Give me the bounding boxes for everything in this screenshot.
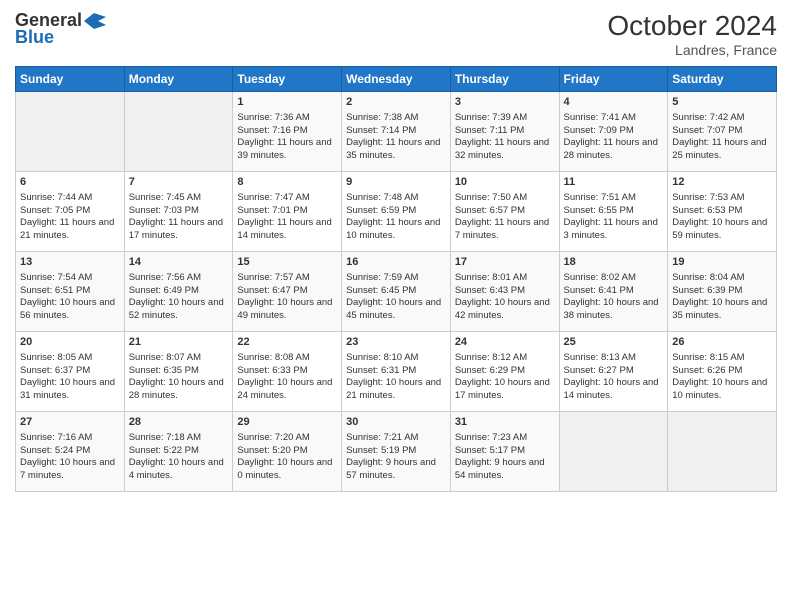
col-thursday: Thursday xyxy=(450,67,559,92)
table-row: 1Sunrise: 7:36 AMSunset: 7:16 PMDaylight… xyxy=(233,92,342,172)
table-row: 23Sunrise: 8:10 AMSunset: 6:31 PMDayligh… xyxy=(342,332,451,412)
table-row: 19Sunrise: 8:04 AMSunset: 6:39 PMDayligh… xyxy=(668,252,777,332)
col-friday: Friday xyxy=(559,67,668,92)
table-row xyxy=(124,92,233,172)
table-row: 13Sunrise: 7:54 AMSunset: 6:51 PMDayligh… xyxy=(16,252,125,332)
table-row xyxy=(16,92,125,172)
table-row: 22Sunrise: 8:08 AMSunset: 6:33 PMDayligh… xyxy=(233,332,342,412)
month-title: October 2024 xyxy=(607,10,777,42)
col-saturday: Saturday xyxy=(668,67,777,92)
page-header: General Blue October 2024 Landres, Franc… xyxy=(15,10,777,58)
table-row: 28Sunrise: 7:18 AMSunset: 5:22 PMDayligh… xyxy=(124,412,233,492)
table-row: 11Sunrise: 7:51 AMSunset: 6:55 PMDayligh… xyxy=(559,172,668,252)
table-row: 18Sunrise: 8:02 AMSunset: 6:41 PMDayligh… xyxy=(559,252,668,332)
col-tuesday: Tuesday xyxy=(233,67,342,92)
table-row: 16Sunrise: 7:59 AMSunset: 6:45 PMDayligh… xyxy=(342,252,451,332)
table-row: 24Sunrise: 8:12 AMSunset: 6:29 PMDayligh… xyxy=(450,332,559,412)
table-row: 4Sunrise: 7:41 AMSunset: 7:09 PMDaylight… xyxy=(559,92,668,172)
logo-bird-icon xyxy=(84,13,106,29)
table-row: 10Sunrise: 7:50 AMSunset: 6:57 PMDayligh… xyxy=(450,172,559,252)
table-row: 9Sunrise: 7:48 AMSunset: 6:59 PMDaylight… xyxy=(342,172,451,252)
logo: General Blue xyxy=(15,10,106,48)
table-row: 17Sunrise: 8:01 AMSunset: 6:43 PMDayligh… xyxy=(450,252,559,332)
table-row: 5Sunrise: 7:42 AMSunset: 7:07 PMDaylight… xyxy=(668,92,777,172)
calendar-table: Sunday Monday Tuesday Wednesday Thursday… xyxy=(15,66,777,492)
table-row: 15Sunrise: 7:57 AMSunset: 6:47 PMDayligh… xyxy=(233,252,342,332)
table-row: 20Sunrise: 8:05 AMSunset: 6:37 PMDayligh… xyxy=(16,332,125,412)
table-row: 7Sunrise: 7:45 AMSunset: 7:03 PMDaylight… xyxy=(124,172,233,252)
table-row: 29Sunrise: 7:20 AMSunset: 5:20 PMDayligh… xyxy=(233,412,342,492)
table-row: 26Sunrise: 8:15 AMSunset: 6:26 PMDayligh… xyxy=(668,332,777,412)
table-row xyxy=(668,412,777,492)
table-row: 8Sunrise: 7:47 AMSunset: 7:01 PMDaylight… xyxy=(233,172,342,252)
col-wednesday: Wednesday xyxy=(342,67,451,92)
table-row: 31Sunrise: 7:23 AMSunset: 5:17 PMDayligh… xyxy=(450,412,559,492)
table-row: 27Sunrise: 7:16 AMSunset: 5:24 PMDayligh… xyxy=(16,412,125,492)
table-row: 6Sunrise: 7:44 AMSunset: 7:05 PMDaylight… xyxy=(16,172,125,252)
table-row xyxy=(559,412,668,492)
table-row: 21Sunrise: 8:07 AMSunset: 6:35 PMDayligh… xyxy=(124,332,233,412)
col-monday: Monday xyxy=(124,67,233,92)
title-area: October 2024 Landres, France xyxy=(607,10,777,58)
table-row: 30Sunrise: 7:21 AMSunset: 5:19 PMDayligh… xyxy=(342,412,451,492)
calendar-header-row: Sunday Monday Tuesday Wednesday Thursday… xyxy=(16,67,777,92)
table-row: 2Sunrise: 7:38 AMSunset: 7:14 PMDaylight… xyxy=(342,92,451,172)
table-row: 3Sunrise: 7:39 AMSunset: 7:11 PMDaylight… xyxy=(450,92,559,172)
table-row: 12Sunrise: 7:53 AMSunset: 6:53 PMDayligh… xyxy=(668,172,777,252)
table-row: 14Sunrise: 7:56 AMSunset: 6:49 PMDayligh… xyxy=(124,252,233,332)
logo-blue: Blue xyxy=(15,27,54,48)
table-row: 25Sunrise: 8:13 AMSunset: 6:27 PMDayligh… xyxy=(559,332,668,412)
col-sunday: Sunday xyxy=(16,67,125,92)
location: Landres, France xyxy=(607,42,777,58)
